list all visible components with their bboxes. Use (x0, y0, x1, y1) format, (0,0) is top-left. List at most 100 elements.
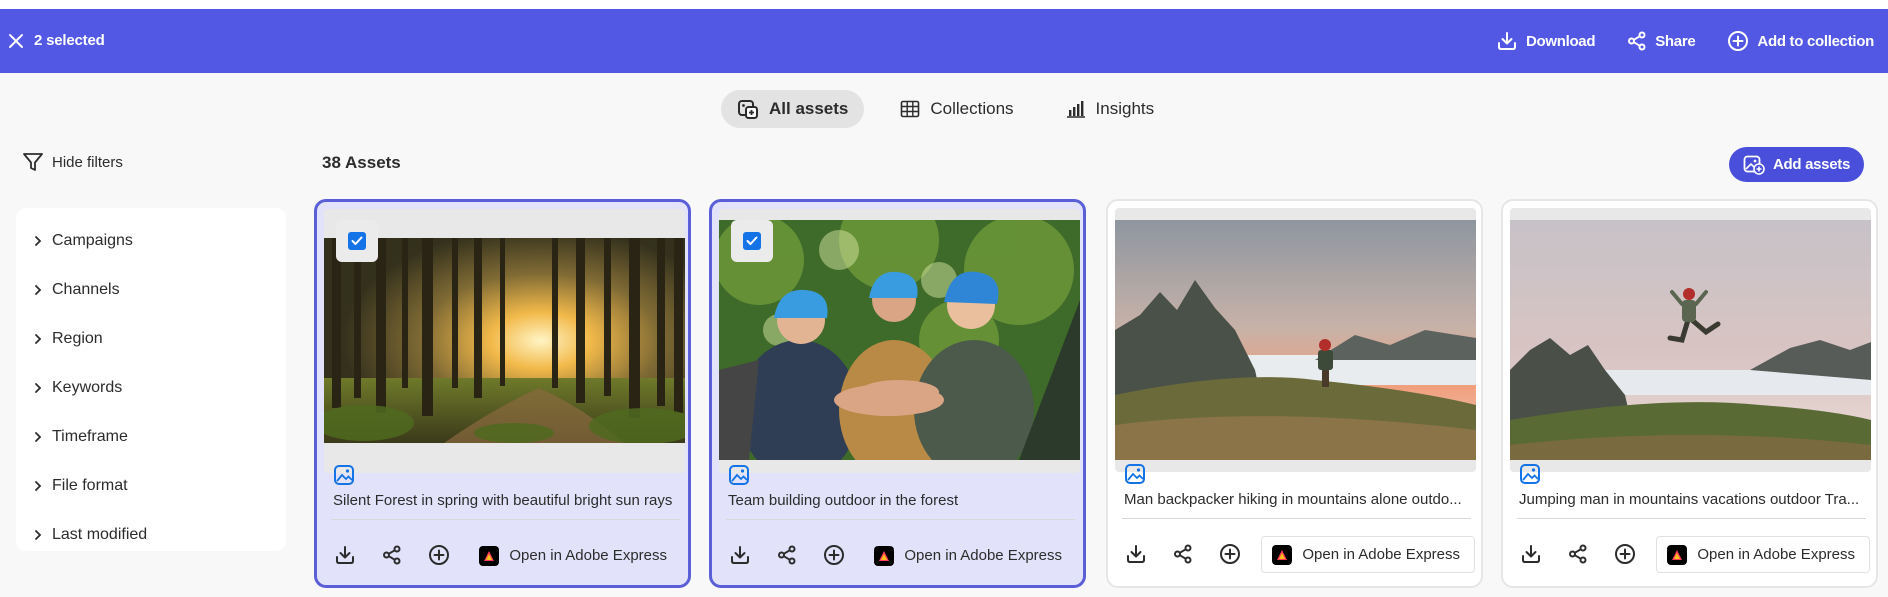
jumping-man-image (1510, 220, 1871, 460)
open-in-adobe-express-button[interactable]: Open in Adobe Express (863, 537, 1077, 574)
asset-card[interactable]: Jumping man in mountains vacations outdo… (1501, 199, 1878, 588)
filter-label: Timeframe (52, 427, 128, 445)
tab-collections[interactable]: Collections (884, 90, 1029, 128)
adobe-express-logo-icon (1667, 544, 1688, 565)
download-button[interactable]: Download (1496, 30, 1596, 52)
hide-filters-label: Hide filters (52, 153, 123, 171)
filter-timeframe[interactable]: Timeframe (16, 412, 286, 461)
grid-icon (901, 100, 920, 118)
all-assets-icon (738, 100, 758, 119)
chevron-right-icon (33, 333, 43, 345)
filter-file-format[interactable]: File format (16, 461, 286, 510)
chevron-right-icon (33, 284, 43, 296)
asset-thumbnail[interactable] (1115, 208, 1476, 472)
chevron-right-icon (33, 480, 43, 492)
add-circle-icon (429, 545, 449, 565)
card-download-button[interactable] (332, 542, 358, 568)
filter-keywords[interactable]: Keywords (16, 363, 286, 412)
asset-checkbox[interactable] (731, 220, 773, 262)
download-icon (1497, 32, 1516, 50)
add-assets-button[interactable]: Add assets (1729, 147, 1864, 182)
card-add-to-collection-button[interactable] (821, 542, 847, 568)
open-in-adobe-express-button[interactable]: Open in Adobe Express (468, 537, 682, 574)
tab-all-assets[interactable]: All assets (721, 90, 865, 128)
card-download-button[interactable] (727, 542, 753, 568)
image-type-icon (1520, 464, 1540, 484)
chevron-right-icon (33, 431, 43, 443)
card-share-button[interactable] (379, 542, 405, 568)
filter-icon (23, 153, 43, 171)
image-type-icon (334, 465, 354, 485)
hiker-image (1115, 220, 1476, 460)
add-to-collection-button[interactable]: Add to collection (1727, 30, 1874, 52)
filter-label: File format (52, 476, 128, 494)
filter-last-modified[interactable]: Last modified (16, 510, 286, 559)
card-share-button[interactable] (774, 542, 800, 568)
forest-image (324, 238, 685, 443)
asset-title[interactable]: Man backpacker hiking in mountains alone… (1124, 491, 1469, 508)
asset-card[interactable]: Man backpacker hiking in mountains alone… (1106, 199, 1483, 588)
tab-collections-label: Collections (930, 99, 1014, 118)
adobe-express-logo-icon (1272, 544, 1293, 565)
asset-checkbox[interactable] (336, 220, 378, 262)
filter-label: Channels (52, 280, 120, 298)
open-in-adobe-express-button[interactable]: Open in Adobe Express (1261, 536, 1475, 573)
card-divider (726, 519, 1075, 520)
image-type-icon (1125, 464, 1145, 484)
share-icon (1174, 544, 1192, 564)
card-add-to-collection-button[interactable] (1217, 541, 1243, 567)
filter-campaigns[interactable]: Campaigns (16, 216, 286, 265)
asset-title[interactable]: Jumping man in mountains vacations outdo… (1519, 491, 1864, 508)
filter-region[interactable]: Region (16, 314, 286, 363)
card-download-button[interactable] (1518, 541, 1544, 567)
filters-panel: Campaigns Channels Region Keywords Timef… (16, 208, 286, 551)
share-icon (778, 545, 796, 565)
selected-count: 2 selected (34, 32, 105, 49)
filter-label: Region (52, 329, 103, 347)
filter-label: Campaigns (52, 231, 133, 249)
open-in-adobe-express-label: Open in Adobe Express (1302, 546, 1460, 563)
card-share-button[interactable] (1170, 541, 1196, 567)
top-strip (0, 0, 1888, 9)
share-button[interactable]: Share (1627, 31, 1696, 51)
asset-thumbnail[interactable] (324, 209, 685, 473)
bar-chart-icon (1066, 101, 1085, 118)
chevron-right-icon (33, 529, 43, 541)
clear-selection-button[interactable] (4, 29, 28, 53)
add-circle-icon (1728, 31, 1749, 51)
filter-channels[interactable]: Channels (16, 265, 286, 314)
selection-bar: 2 selected Download Share Add to collect… (0, 9, 1888, 73)
checkmark-icon (743, 232, 761, 250)
asset-card[interactable]: Team building outdoor in the forest Open… (709, 199, 1086, 588)
download-icon (1522, 545, 1540, 563)
download-label: Download (1525, 32, 1596, 50)
card-share-button[interactable] (1565, 541, 1591, 567)
add-image-icon (1743, 155, 1765, 175)
download-icon (1127, 545, 1145, 563)
share-icon (1569, 544, 1587, 564)
close-icon (9, 34, 23, 48)
tab-insights-label: Insights (1095, 99, 1155, 118)
asset-count: 38 Assets (322, 153, 401, 172)
asset-card[interactable]: Silent Forest in spring with beautiful b… (314, 199, 691, 588)
card-download-button[interactable] (1123, 541, 1149, 567)
add-circle-icon (1615, 544, 1635, 564)
card-add-to-collection-button[interactable] (426, 542, 452, 568)
card-divider (1122, 518, 1471, 519)
share-label: Share (1655, 32, 1696, 50)
add-circle-icon (824, 545, 844, 565)
open-in-adobe-express-label: Open in Adobe Express (1697, 546, 1855, 563)
asset-title[interactable]: Silent Forest in spring with beautiful b… (333, 492, 678, 509)
share-icon (1628, 31, 1646, 51)
asset-thumbnail[interactable] (1510, 208, 1871, 472)
filter-label: Keywords (52, 378, 123, 396)
card-divider (331, 519, 680, 520)
asset-thumbnail[interactable] (719, 209, 1080, 473)
tab-all-assets-label: All assets (769, 99, 849, 118)
open-in-adobe-express-label: Open in Adobe Express (509, 547, 667, 564)
card-add-to-collection-button[interactable] (1612, 541, 1638, 567)
open-in-adobe-express-button[interactable]: Open in Adobe Express (1656, 536, 1870, 573)
asset-title[interactable]: Team building outdoor in the forest (728, 492, 1073, 509)
tab-insights[interactable]: Insights (1050, 90, 1171, 128)
hide-filters-button[interactable]: Hide filters (22, 151, 123, 173)
